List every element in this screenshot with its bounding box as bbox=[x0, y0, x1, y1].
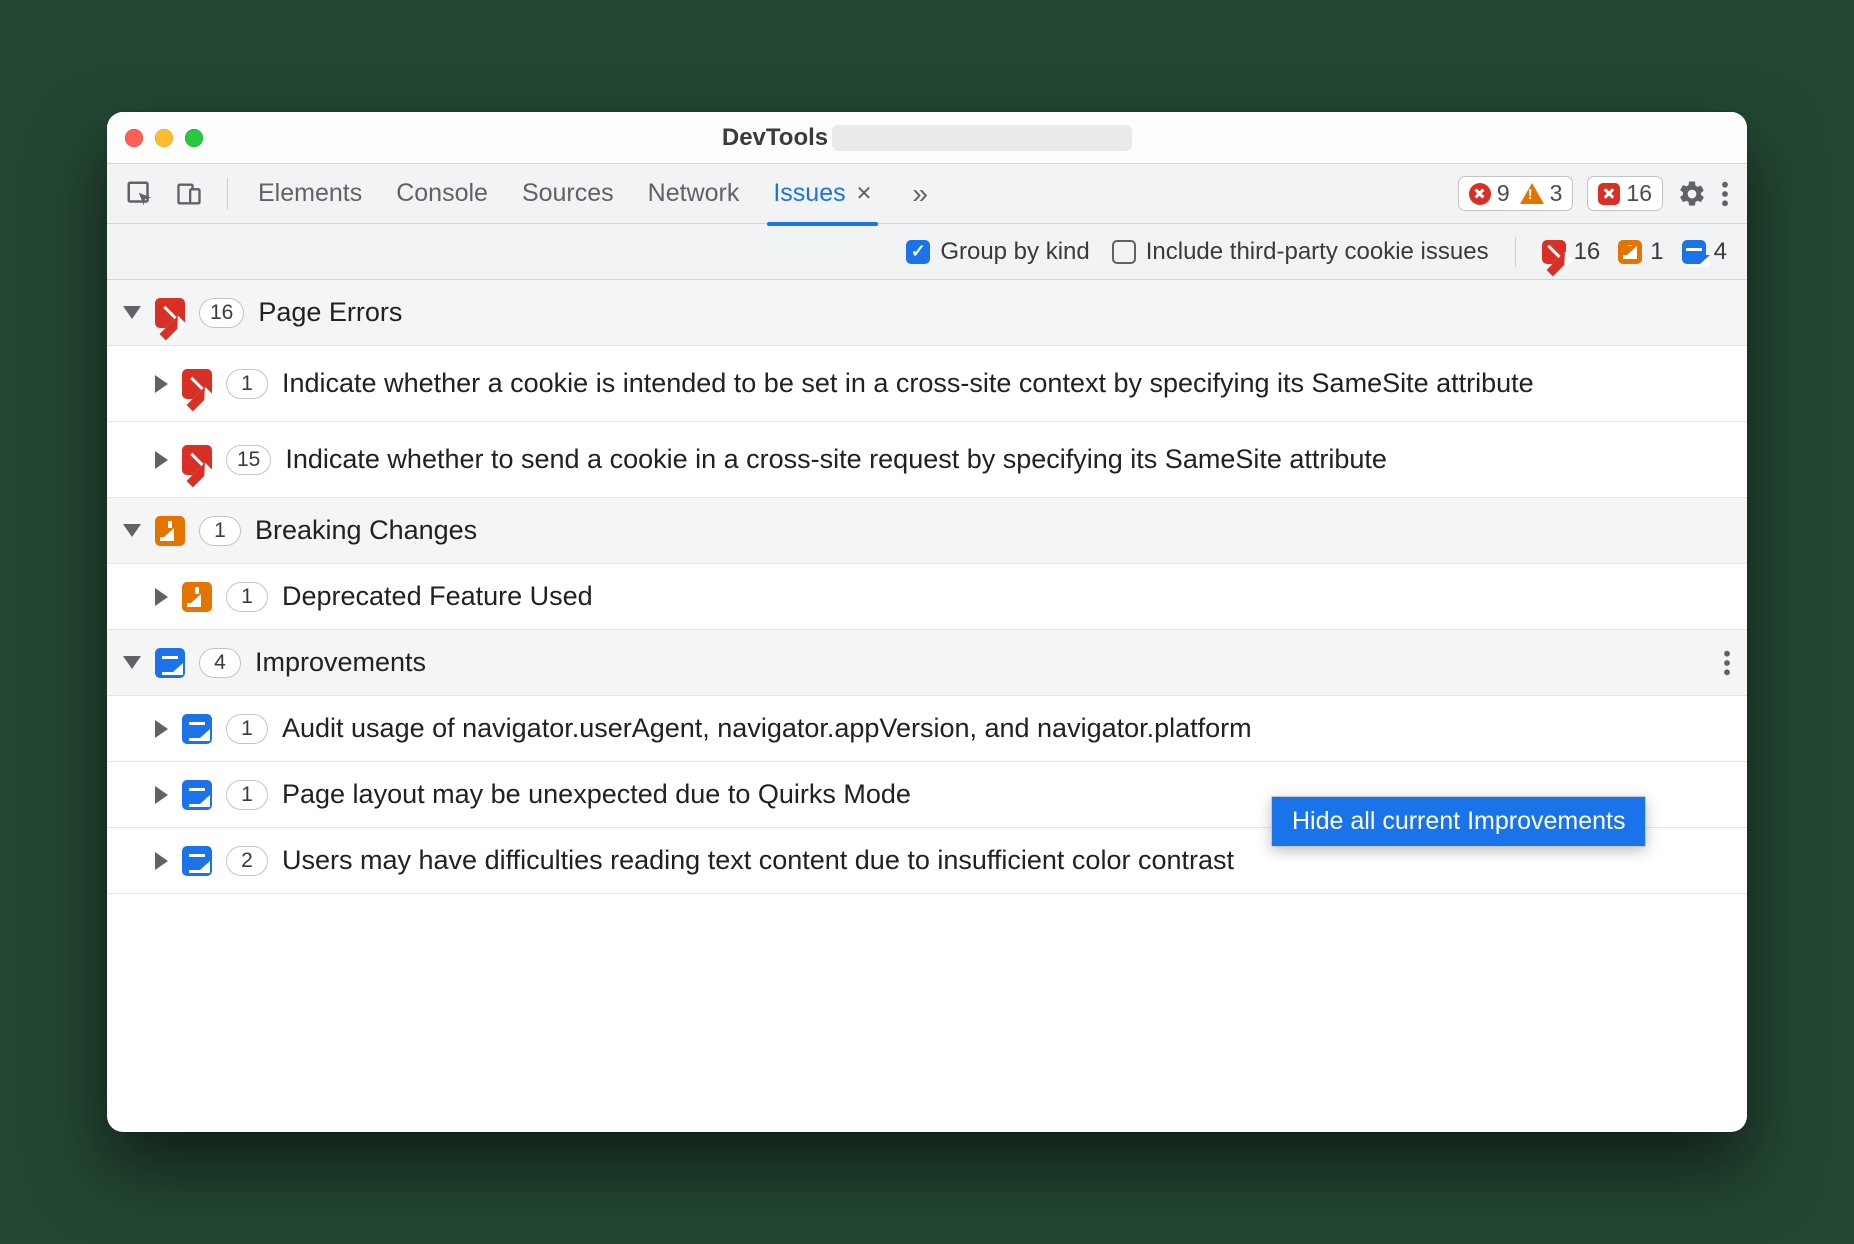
warning-bubble-icon bbox=[1618, 240, 1642, 264]
more-options-icon[interactable] bbox=[1721, 180, 1729, 208]
tab-issues[interactable]: Issues ✕ bbox=[773, 179, 872, 208]
warning-bubble-icon bbox=[155, 516, 185, 546]
expand-caret-icon bbox=[155, 786, 168, 804]
warning-count-value: 3 bbox=[1550, 180, 1563, 207]
warning-count: 3 bbox=[1520, 180, 1563, 207]
group-label: Breaking Changes bbox=[255, 515, 477, 546]
checkbox-unchecked-icon bbox=[1112, 240, 1136, 264]
expand-caret-icon bbox=[123, 306, 141, 319]
improvement-bubble-icon bbox=[182, 714, 212, 744]
error-icon bbox=[1469, 183, 1491, 205]
improvement-bubble-icon bbox=[182, 846, 212, 876]
warning-issue-count-value: 1 bbox=[1650, 238, 1663, 266]
error-bubble-icon bbox=[1542, 240, 1566, 264]
expand-caret-icon bbox=[155, 588, 168, 606]
context-menu: Hide all current Improvements bbox=[1271, 796, 1646, 847]
tab-network[interactable]: Network bbox=[648, 179, 740, 208]
main-toolbar: Elements Console Sources Network Issues … bbox=[107, 164, 1747, 224]
group-header-page-errors[interactable]: 16 Page Errors bbox=[107, 280, 1747, 346]
issue-count-badge: 1 bbox=[226, 582, 268, 612]
issue-error-icon bbox=[1598, 183, 1620, 205]
close-tab-icon[interactable]: ✕ bbox=[856, 181, 873, 206]
group-header-improvements[interactable]: 4 Improvements bbox=[107, 630, 1747, 696]
group-count-badge: 1 bbox=[199, 516, 241, 546]
error-issue-count[interactable]: 16 bbox=[1542, 238, 1601, 266]
issue-count-badge: 1 bbox=[226, 780, 268, 810]
window-title-text: DevTools bbox=[722, 124, 828, 152]
group-header-breaking-changes[interactable]: 1 Breaking Changes bbox=[107, 498, 1747, 564]
toolbar-divider bbox=[227, 178, 228, 210]
tab-sources[interactable]: Sources bbox=[522, 179, 614, 208]
warning-icon bbox=[1520, 183, 1544, 204]
issues-total-value: 16 bbox=[1626, 180, 1652, 207]
group-by-kind-checkbox[interactable]: ✓ Group by kind bbox=[906, 238, 1089, 266]
issue-row[interactable]: 1 Deprecated Feature Used bbox=[107, 564, 1747, 630]
toolbar-right: 9 3 16 bbox=[1458, 176, 1729, 211]
console-counts-pill[interactable]: 9 3 bbox=[1458, 176, 1574, 211]
expand-caret-icon bbox=[123, 524, 141, 537]
expand-caret-icon bbox=[155, 375, 168, 393]
panel-tabs: Elements Console Sources Network Issues … bbox=[258, 178, 928, 210]
group-count-badge: 16 bbox=[199, 298, 244, 328]
device-mode-icon[interactable] bbox=[175, 180, 203, 208]
improvement-bubble-icon bbox=[182, 780, 212, 810]
context-menu-item-hide-improvements[interactable]: Hide all current Improvements bbox=[1272, 797, 1645, 846]
issue-text: Indicate whether to send a cookie in a c… bbox=[285, 443, 1719, 477]
improvement-bubble-icon bbox=[1682, 240, 1706, 264]
issue-count-badge: 1 bbox=[226, 714, 268, 744]
error-count: 9 bbox=[1469, 180, 1510, 207]
issues-list: 16 Page Errors 1 Indicate whether a cook… bbox=[107, 280, 1747, 1132]
issue-text: Deprecated Feature Used bbox=[282, 580, 1719, 614]
zoom-window-button[interactable] bbox=[185, 129, 203, 147]
include-third-party-checkbox[interactable]: Include third-party cookie issues bbox=[1112, 238, 1489, 266]
group-by-kind-label: Group by kind bbox=[940, 238, 1089, 266]
more-tabs-icon[interactable]: » bbox=[912, 178, 928, 210]
devtools-window: DevTools Elements Console Sources Networ… bbox=[107, 112, 1747, 1132]
group-label: Page Errors bbox=[258, 297, 402, 328]
issue-text: Users may have difficulties reading text… bbox=[282, 844, 1719, 878]
issue-row[interactable]: 1 Audit usage of navigator.userAgent, na… bbox=[107, 696, 1747, 762]
issue-row[interactable]: 15 Indicate whether to send a cookie in … bbox=[107, 422, 1747, 498]
error-bubble-icon bbox=[155, 298, 185, 328]
improvement-issue-count[interactable]: 4 bbox=[1682, 238, 1727, 266]
minimize-window-button[interactable] bbox=[155, 129, 173, 147]
error-bubble-icon bbox=[182, 369, 212, 399]
inspect-element-icon[interactable] bbox=[125, 179, 155, 209]
improvement-issue-count-value: 4 bbox=[1714, 238, 1727, 266]
issues-filter-bar: ✓ Group by kind Include third-party cook… bbox=[107, 224, 1747, 280]
checkbox-checked-icon: ✓ bbox=[906, 240, 930, 264]
warning-bubble-icon bbox=[182, 582, 212, 612]
group-count-badge: 4 bbox=[199, 648, 241, 678]
titlebar: DevTools bbox=[107, 112, 1747, 164]
issue-text: Audit usage of navigator.userAgent, navi… bbox=[282, 712, 1719, 746]
tab-issues-label: Issues bbox=[773, 179, 845, 208]
window-title-url-placeholder bbox=[832, 125, 1132, 151]
issue-kind-counts: 16 1 4 bbox=[1542, 238, 1727, 266]
traffic-lights bbox=[125, 129, 203, 147]
group-label: Improvements bbox=[255, 647, 426, 678]
tab-elements[interactable]: Elements bbox=[258, 179, 362, 208]
issue-count-badge: 15 bbox=[226, 445, 271, 475]
expand-caret-icon bbox=[123, 656, 141, 669]
improvement-bubble-icon bbox=[155, 648, 185, 678]
expand-caret-icon bbox=[155, 451, 168, 469]
expand-caret-icon bbox=[155, 720, 168, 738]
issue-count-badge: 1 bbox=[226, 369, 268, 399]
window-title: DevTools bbox=[107, 124, 1747, 152]
issues-total-pill[interactable]: 16 bbox=[1587, 176, 1663, 211]
error-issue-count-value: 16 bbox=[1574, 238, 1601, 266]
close-window-button[interactable] bbox=[125, 129, 143, 147]
warning-issue-count[interactable]: 1 bbox=[1618, 238, 1663, 266]
issue-count-badge: 2 bbox=[226, 846, 268, 876]
issue-text: Indicate whether a cookie is intended to… bbox=[282, 367, 1719, 401]
issue-row[interactable]: 1 Indicate whether a cookie is intended … bbox=[107, 346, 1747, 422]
error-bubble-icon bbox=[182, 445, 212, 475]
expand-caret-icon bbox=[155, 852, 168, 870]
group-more-options-icon[interactable] bbox=[1723, 649, 1731, 677]
tab-console[interactable]: Console bbox=[396, 179, 488, 208]
include-third-party-label: Include third-party cookie issues bbox=[1146, 238, 1489, 266]
settings-icon[interactable] bbox=[1677, 179, 1707, 209]
error-count-value: 9 bbox=[1497, 180, 1510, 207]
subbar-divider bbox=[1515, 237, 1516, 267]
